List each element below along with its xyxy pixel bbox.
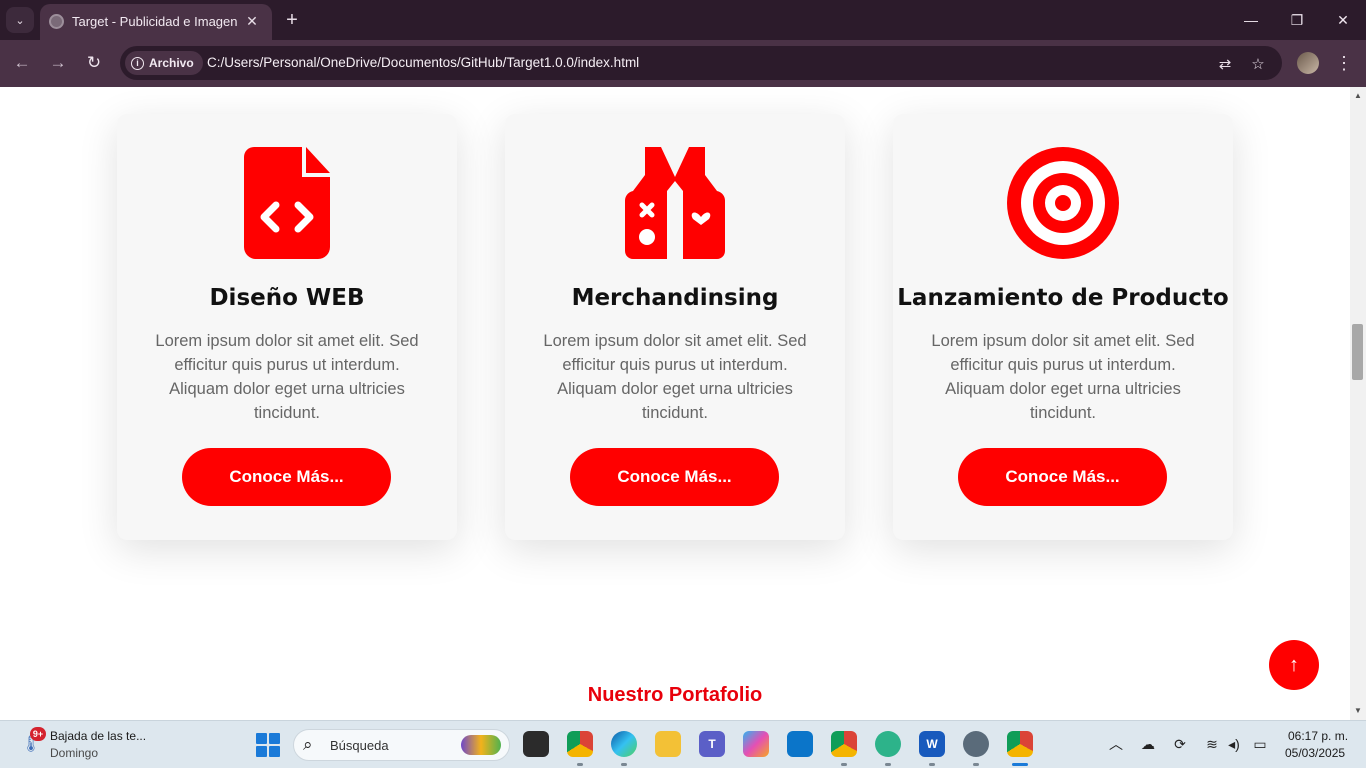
chrome-active-icon[interactable] <box>1007 731 1033 757</box>
taskbar-search[interactable]: ⌕ Búsqueda <box>293 729 510 761</box>
url-text[interactable]: C:/Users/Personal/OneDrive/Documentos/Gi… <box>207 55 639 70</box>
file-explorer-icon[interactable] <box>655 731 681 757</box>
copilot-icon[interactable] <box>743 731 769 757</box>
sync-icon[interactable]: ⟳ <box>1170 734 1190 754</box>
learn-more-button[interactable]: Conoce Más... <box>182 448 391 506</box>
back-to-top-button[interactable]: ↑ <box>1269 640 1319 690</box>
restore-button[interactable]: ❐ <box>1277 6 1317 34</box>
tab-title: Target - Publicidad e Imagen <box>72 14 238 29</box>
bookmark-star-icon[interactable]: ☆ <box>1248 54 1268 74</box>
card-description: Lorem ipsum dolor sit amet elit. Sed eff… <box>155 332 419 422</box>
browser-toolbar: ← → ↻ i Archivo C:/Users/Personal/OneDri… <box>0 40 1366 87</box>
search-icon: ⌕ <box>303 735 313 754</box>
chrome-icon[interactable] <box>567 731 593 757</box>
service-card-web: Diseño WEB Lorem ipsum dolor sit amet el… <box>117 114 457 540</box>
search-placeholder: Búsqueda <box>330 738 389 753</box>
search-highlight-icon <box>461 735 501 755</box>
back-button[interactable]: ← <box>9 50 35 76</box>
store-icon[interactable] <box>787 731 813 757</box>
tab-search-button[interactable]: ⌄ <box>6 7 34 33</box>
vest-patches-icon <box>619 147 731 259</box>
learn-more-button[interactable]: Conoce Más... <box>570 448 779 506</box>
close-window-button[interactable]: ✕ <box>1323 6 1363 34</box>
browser-menu-icon[interactable]: ⋮ <box>1332 50 1356 76</box>
taskbar: 🌡 9+ Bajada de las te... Domingo ⌕ Búsqu… <box>0 720 1366 768</box>
settings-gear-icon[interactable] <box>963 731 989 757</box>
active-tab[interactable]: Target - Publicidad e Imagen ✕ <box>40 4 272 40</box>
globe-icon <box>49 14 64 29</box>
atom-icon[interactable] <box>875 731 901 757</box>
notification-badge: 9+ <box>30 727 46 741</box>
service-card-launch: Lanzamiento de Producto Lorem ipsum dolo… <box>893 114 1233 540</box>
clock-time[interactable]: 06:17 p. m. <box>1288 729 1348 743</box>
chevron-up-icon[interactable]: ︿ <box>1106 734 1126 754</box>
onedrive-cloud-icon[interactable]: ☁ <box>1138 734 1158 754</box>
card-title: Merchandinsing <box>571 285 779 311</box>
browser-tab-bar: ⌄ Target - Publicidad e Imagen ✕ + — ❐ ✕ <box>0 0 1366 40</box>
weather-subtitle: Domingo <box>50 746 99 760</box>
battery-icon[interactable]: ▭ <box>1250 734 1270 754</box>
page-scrollbar[interactable]: ▲ ▼ <box>1350 87 1366 720</box>
chrome-profile-icon[interactable] <box>831 731 857 757</box>
card-title: Lanzamiento de Producto <box>897 285 1229 311</box>
profile-avatar[interactable] <box>1297 52 1319 74</box>
translate-icon[interactable]: ⇄ <box>1215 54 1235 74</box>
volume-icon[interactable]: ◂) <box>1224 734 1244 754</box>
forward-button[interactable]: → <box>45 50 71 76</box>
card-description: Lorem ipsum dolor sit amet elit. Sed eff… <box>931 332 1195 422</box>
address-bar[interactable]: i Archivo C:/Users/Personal/OneDrive/Doc… <box>120 46 1282 80</box>
edge-icon[interactable] <box>611 731 637 757</box>
scroll-thumb[interactable] <box>1352 324 1363 380</box>
file-code-icon <box>231 147 343 259</box>
card-title: Diseño WEB <box>209 285 365 311</box>
scroll-up-arrow-icon[interactable]: ▲ <box>1354 92 1362 100</box>
reload-button[interactable]: ↻ <box>81 50 107 76</box>
page-viewport: Diseño WEB Lorem ipsum dolor sit amet el… <box>0 87 1350 720</box>
service-card-merch: Merchandinsing Lorem ipsum dolor sit ame… <box>505 114 845 540</box>
new-tab-button[interactable]: + <box>280 8 304 32</box>
site-info-chip[interactable]: i Archivo <box>125 51 203 75</box>
weather-title: Bajada de las te... <box>50 729 147 743</box>
wifi-icon[interactable]: ≋ <box>1202 734 1222 754</box>
minimize-button[interactable]: — <box>1231 6 1271 34</box>
scroll-down-arrow-icon[interactable]: ▼ <box>1354 707 1362 715</box>
windows-start-icon[interactable] <box>256 733 280 757</box>
info-icon: i <box>131 56 144 70</box>
chip-label: Archivo <box>149 56 194 70</box>
section-title-portfolio: Nuestro Portafolio <box>587 684 763 706</box>
learn-more-button[interactable]: Conoce Más... <box>958 448 1167 506</box>
teams-icon[interactable]: T <box>699 731 725 757</box>
tab-close-icon[interactable]: ✕ <box>242 11 262 31</box>
bullseye-icon <box>1007 147 1119 259</box>
clock-date[interactable]: 05/03/2025 <box>1285 746 1345 760</box>
task-view-icon[interactable] <box>523 731 549 757</box>
word-icon[interactable]: W <box>919 731 945 757</box>
card-description: Lorem ipsum dolor sit amet elit. Sed eff… <box>543 332 807 422</box>
